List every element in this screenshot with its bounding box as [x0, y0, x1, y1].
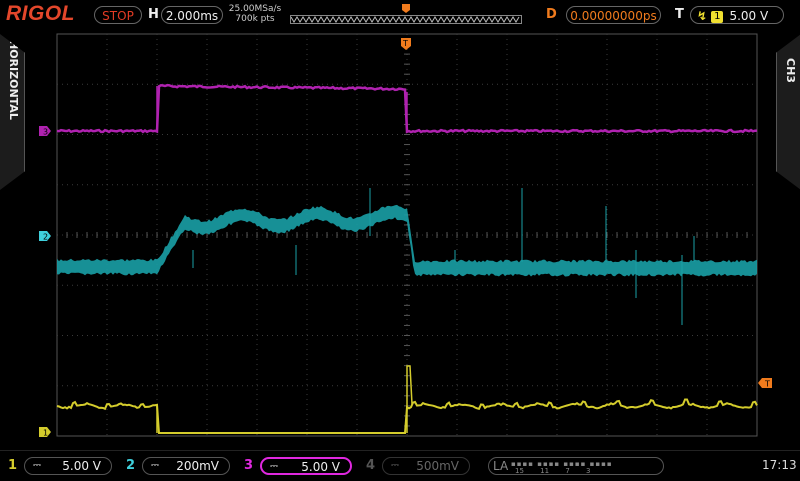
horizontal-menu-tab[interactable]: HORIZONTAL [0, 34, 25, 190]
channel-3-number: 3 [244, 458, 254, 473]
bit-label-3: 3 [586, 467, 591, 475]
bit-label-7: 7 [565, 467, 570, 475]
channel-2-trace [57, 204, 757, 277]
channel-4-settings[interactable]: ⎓ 500mV [382, 457, 470, 475]
channel-3-scale: 5.00 V [301, 460, 340, 474]
channel-2-ground-marker-label: 2 [43, 233, 48, 242]
channel-3-ground-marker-label: 3 [43, 128, 48, 137]
dc-coupling-icon: ⎓ [270, 461, 278, 472]
trigger-level-marker-label: T [764, 380, 770, 389]
channel-menu-tab[interactable]: CH3 [776, 34, 800, 190]
channel-2-number: 2 [126, 458, 136, 473]
dc-coupling-icon: ⎓ [391, 460, 399, 471]
channel-1-scale: 5.00 V [62, 459, 101, 473]
channel-1-ground-marker-label: 1 [43, 429, 48, 438]
logic-bit-labels: 15 11 7 3 [515, 468, 590, 475]
channel-3-status[interactable]: 3 ⎓ 5.00 V [244, 457, 356, 475]
bit-label-11: 11 [540, 467, 550, 475]
channel-3-settings[interactable]: ⎓ 5.00 V [260, 457, 352, 475]
channel-4-status[interactable]: 4 ⎓ 500mV [366, 457, 474, 475]
channel-1-number: 1 [8, 458, 18, 473]
channel-status-bar: 1 ⎓ 5.00 V 2 ⎓ 200mV 3 ⎓ 5.00 V 4 ⎓ 500m… [0, 450, 800, 481]
dc-coupling-icon: ⎓ [151, 460, 159, 471]
channel-4-number: 4 [366, 458, 376, 473]
logic-analyzer-status[interactable]: LA ▪▪▪▪ ▪▪▪▪ ▪▪▪▪ ▪▪▪▪ 15 11 7 3 [488, 457, 664, 475]
dc-coupling-icon: ⎓ [33, 460, 41, 471]
channel-2-settings[interactable]: ⎓ 200mV [142, 457, 230, 475]
memory-trigger-marker [402, 4, 410, 13]
channel-4-scale: 500mV [416, 459, 459, 473]
channel-1-settings[interactable]: ⎓ 5.00 V [24, 457, 112, 475]
horizontal-tab-label: HORIZONTAL [7, 40, 20, 120]
logic-analyzer-label: LA [493, 459, 509, 473]
clock: 17:13 [762, 458, 797, 472]
channel-1-status[interactable]: 1 ⎓ 5.00 V [8, 457, 116, 475]
channel-2-scale: 200mV [176, 459, 219, 473]
channel-tab-label: CH3 [784, 58, 797, 83]
channel-2-status[interactable]: 2 ⎓ 200mV [126, 457, 234, 475]
trigger-position-marker-label: T [402, 39, 408, 48]
waveform-display[interactable]: 3 2 1 T T [0, 0, 800, 480]
bit-label-15: 15 [515, 467, 524, 475]
